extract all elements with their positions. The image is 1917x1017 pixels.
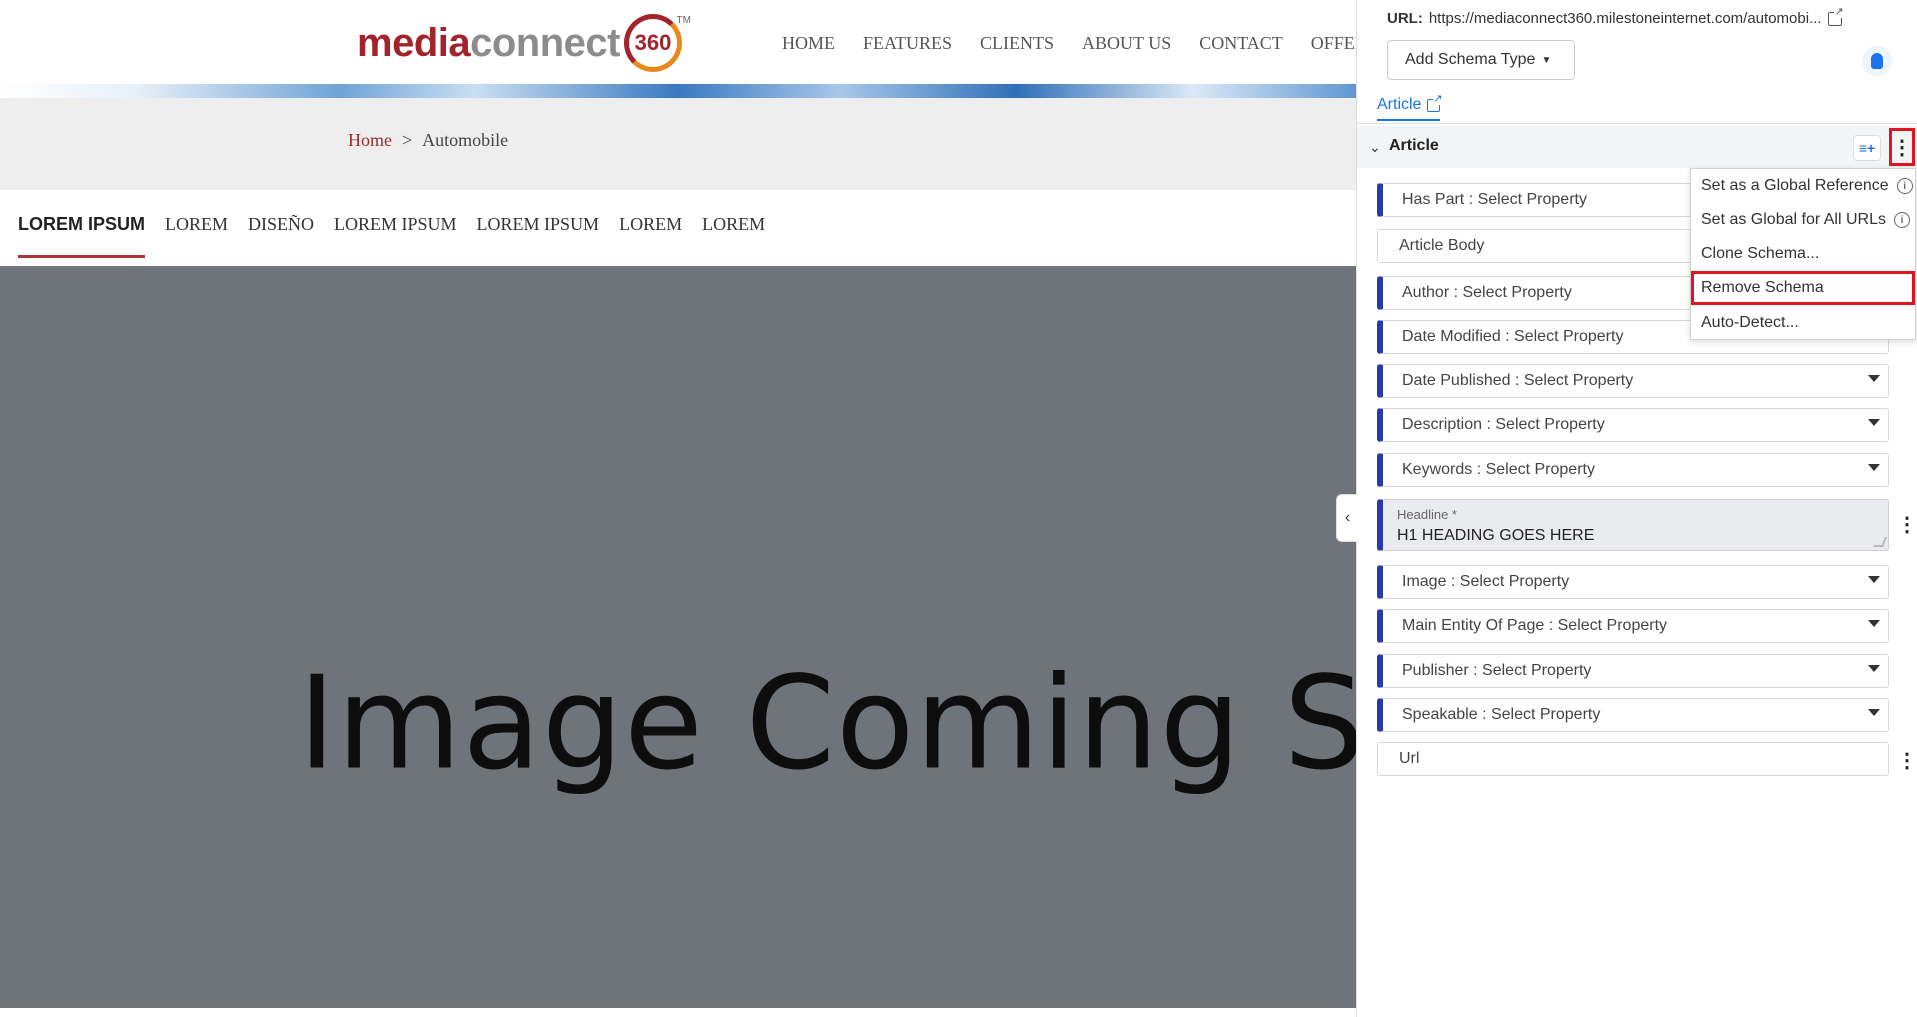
logo-connect-text: connect [470, 20, 620, 65]
menu-set-global-reference[interactable]: Set as a Global Reference i [1691, 169, 1915, 203]
dropdown-caret-icon [1868, 665, 1880, 672]
field-label: Speakable : Select Property [1402, 706, 1601, 723]
dropdown-caret-icon [1868, 576, 1880, 583]
logo-media-text: media [357, 20, 471, 65]
nav-clients[interactable]: CLIENTS [980, 33, 1054, 54]
dropdown-caret-icon [1868, 419, 1880, 426]
field-label: Date Published : Select Property [1402, 372, 1634, 389]
menu-clone-schema[interactable]: Clone Schema... [1691, 237, 1915, 271]
category-tab-3[interactable]: DISEÑO [248, 214, 314, 258]
nav-about-us[interactable]: ABOUT US [1082, 33, 1171, 54]
category-tab-4[interactable]: LOREM IPSUM [334, 214, 457, 258]
breadcrumb-separator: > [402, 130, 413, 150]
dropdown-caret-icon [1868, 709, 1880, 716]
field-label: Main Entity Of Page : Select Property [1402, 617, 1668, 634]
section-title: Article [1389, 137, 1439, 154]
field-label: Publisher : Select Property [1402, 662, 1592, 679]
article-section-header[interactable]: ⌄ Article ≡+ ⋮ [1357, 126, 1917, 168]
property-speakable[interactable]: Speakable : Select Property [1377, 698, 1889, 732]
url-row: URL: https://mediaconnect360.milestonein… [1387, 5, 1844, 27]
schema-options-button[interactable]: ⋮ [1889, 128, 1915, 166]
site-header: media connect 360 TM HOME FEATURES CLIEN… [0, 0, 1356, 96]
property-main-entity-of-page[interactable]: Main Entity Of Page : Select Property [1377, 609, 1889, 643]
property-image[interactable]: Image : Select Property [1377, 565, 1889, 599]
property-publisher[interactable]: Publisher : Select Property [1377, 654, 1889, 688]
url-value: https://mediaconnect360.milestoneinterne… [1428, 10, 1822, 27]
chevron-left-icon: ‹ [1344, 509, 1351, 526]
playlist-add-icon: ≡+ [1858, 140, 1876, 156]
caret-down-icon: ▼ [1541, 54, 1552, 66]
field-label: Description : Select Property [1402, 416, 1605, 433]
dropdown-caret-icon [1868, 620, 1880, 627]
category-tab-1[interactable]: LOREM IPSUM [18, 214, 146, 258]
hero-image-placeholder: Image Coming S [0, 266, 1356, 1008]
hero-placeholder-text: Image Coming S [298, 649, 1356, 799]
category-tab-7[interactable]: LOREM [702, 214, 765, 258]
more-vertical-icon: ⋮ [1892, 136, 1912, 159]
tab-article-label: Article [1377, 96, 1422, 113]
headline-textarea[interactable]: Headline * H1 HEADING GOES HERE [1377, 499, 1889, 551]
breadcrumb-current: Automobile [422, 130, 509, 150]
field-label: Article Body [1399, 237, 1485, 254]
menu-remove-schema[interactable]: Remove Schema [1691, 271, 1915, 305]
add-schema-type-label: Add Schema Type [1405, 51, 1536, 68]
field-label: Author : Select Property [1402, 284, 1572, 301]
menu-item-label: Clone Schema... [1701, 245, 1820, 262]
main-nav: HOME FEATURES CLIENTS ABOUT US CONTACT O… [782, 33, 1356, 54]
category-tab-5[interactable]: LOREM IPSUM [477, 214, 600, 258]
nav-offer[interactable]: OFFER [1311, 33, 1356, 54]
tab-article[interactable]: Article [1377, 92, 1443, 121]
menu-auto-detect[interactable]: Auto-Detect... [1691, 306, 1915, 340]
category-tab-2[interactable]: LOREM [165, 214, 228, 258]
banner-strip [0, 84, 1356, 98]
collapse-panel-button[interactable]: ‹ [1336, 494, 1358, 542]
info-icon[interactable]: i [1893, 212, 1910, 228]
chevron-down-icon[interactable]: ⌄ [1369, 139, 1381, 156]
nav-features[interactable]: FEATURES [863, 33, 952, 54]
menu-set-global-all-urls[interactable]: Set as Global for All URLs i [1691, 203, 1915, 237]
menu-item-label: Auto-Detect... [1701, 314, 1799, 331]
lightbulb-icon[interactable] [1862, 46, 1892, 76]
property-url[interactable]: Url [1377, 742, 1889, 776]
field-label: Image : Select Property [1402, 573, 1570, 590]
headline-label: Headline * [1397, 507, 1457, 522]
menu-item-label: Set as a Global Reference [1701, 177, 1889, 194]
logo-360-badge: 360 TM [623, 14, 691, 72]
resize-grip-icon[interactable] [1873, 537, 1887, 547]
logo-tm: TM [676, 15, 691, 26]
info-icon[interactable]: i [1896, 178, 1913, 194]
schema-panel: URL: https://mediaconnect360.milestonein… [1356, 0, 1917, 1017]
nav-home[interactable]: HOME [782, 33, 835, 54]
dropdown-caret-icon [1868, 464, 1880, 471]
schema-options-menu: Set as a Global Reference i Set as Globa… [1690, 168, 1916, 340]
category-nav: LOREM IPSUM LOREM DISEÑO LOREM IPSUM LOR… [18, 214, 785, 258]
breadcrumb-home-link[interactable]: Home [348, 130, 392, 151]
field-label: Keywords : Select Property [1402, 461, 1595, 478]
url-options-icon[interactable]: ⋮ [1897, 748, 1917, 773]
menu-item-label: Remove Schema [1701, 279, 1824, 296]
breadcrumb: Home > Automobile [348, 130, 508, 151]
add-schema-type-dropdown[interactable]: Add Schema Type ▼ [1387, 40, 1575, 80]
external-link-icon[interactable] [1827, 5, 1844, 26]
add-property-button[interactable]: ≡+ [1853, 135, 1881, 161]
external-link-icon[interactable] [1427, 92, 1443, 112]
property-description[interactable]: Description : Select Property [1377, 408, 1889, 442]
nav-contact[interactable]: CONTACT [1199, 33, 1283, 54]
headline-options-icon[interactable]: ⋮ [1897, 512, 1917, 537]
menu-item-label: Set as Global for All URLs [1701, 211, 1886, 228]
logo-badge-text: 360 [634, 30, 672, 55]
field-label: Date Modified : Select Property [1402, 328, 1624, 345]
url-label: URL: [1387, 10, 1423, 27]
headline-value: H1 HEADING GOES HERE [1397, 527, 1595, 544]
website-preview: media connect 360 TM HOME FEATURES CLIEN… [0, 0, 1356, 1017]
field-label: Has Part : Select Property [1402, 191, 1587, 208]
dropdown-caret-icon [1868, 375, 1880, 382]
field-label: Url [1399, 750, 1420, 767]
property-keywords[interactable]: Keywords : Select Property [1377, 453, 1889, 487]
site-logo[interactable]: media connect 360 TM [357, 12, 691, 74]
schema-tabs: Article [1357, 92, 1917, 124]
category-tab-6[interactable]: LOREM [619, 214, 682, 258]
property-date-published[interactable]: Date Published : Select Property [1377, 364, 1889, 398]
breadcrumb-bar [0, 98, 1356, 190]
